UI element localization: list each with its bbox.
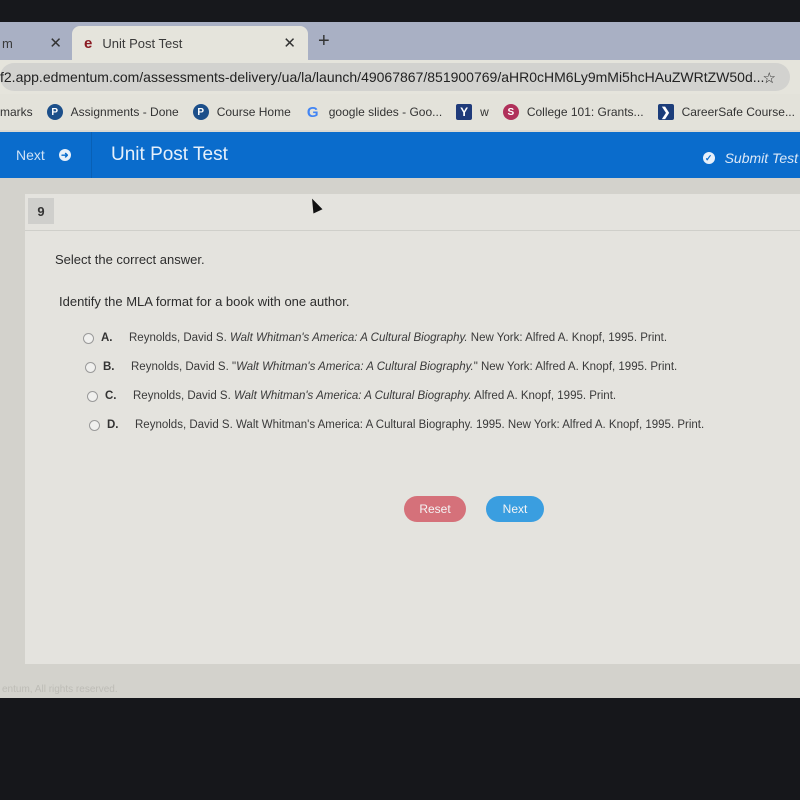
tab-previous[interactable]: m ✕ [0,26,72,60]
bookmark-label: google slides - Goo... [328,105,443,119]
browser-window: m ✕ e Unit Post Test ✕ + f2.app.edmentum… [0,22,800,698]
radio-button[interactable] [83,332,94,344]
option-text: Reynolds, David S. "Walt Whitman's Ameri… [131,361,677,373]
close-tab-icon[interactable]: ✕ [283,34,296,52]
careersafe-logo-icon: ❯ [657,104,674,120]
radio-button[interactable] [89,419,100,431]
option-text-plain: Reynolds, David S. Walt Whitman's Americ… [135,419,705,431]
answer-option-d[interactable]: D. Reynolds, David S. Walt Whitman's Ame… [89,419,704,431]
header-next-label: Next [16,147,45,163]
test-content: 9 Select the correct answer. Identify th… [0,178,800,698]
test-title: Unit Post Test [111,144,228,165]
bookmark-label: CareerSafe Course... [681,105,795,119]
option-letter: B. [103,361,115,373]
question-number: 9 [28,198,54,224]
tab-title: Unit Post Test [102,35,183,51]
url-text[interactable]: f2.app.edmentum.com/assessments-delivery… [0,69,764,85]
close-tab-icon[interactable]: ✕ [49,34,62,52]
question-instruction: Select the correct answer. [55,252,205,267]
option-letter: C. [105,390,117,402]
question-prompt: Identify the MLA format for a book with … [59,294,350,309]
new-tab-button[interactable]: + [318,30,330,53]
option-letter: D. [107,419,119,431]
submit-test-label: Submit Test [724,150,798,166]
option-text: Reynolds, David S. Walt Whitman's Americ… [135,419,704,431]
tab-strip: m ✕ e Unit Post Test ✕ + [0,22,800,60]
radio-button[interactable] [87,390,98,402]
pearson-icon: P [192,104,209,120]
browser-toolbar: f2.app.edmentum.com/assessments-delivery… [0,60,800,94]
arrow-right-circle-icon: ➜ [58,149,71,161]
pearson-icon: P [46,104,63,120]
address-bar[interactable]: f2.app.edmentum.com/assessments-delivery… [0,63,790,91]
bookmarks-bar: marks P Assignments - Done P Course Home… [0,94,800,130]
option-letter: A. [101,332,113,344]
bookmark-star-icon[interactable]: ☆ [763,69,776,87]
option-text-plain: Alfred A. Knopf, 1995. Print. [471,390,617,402]
bookmark-course-home[interactable]: P Course Home [192,104,291,120]
question-card: 9 Select the correct answer. Identify th… [25,194,800,664]
option-text-plain: Reynolds, David S. " [131,361,237,373]
divider [25,230,800,231]
reset-button[interactable]: Reset [404,496,466,522]
copyright-footer: entum, All rights reserved. [2,684,118,695]
google-icon: G [306,103,319,121]
answer-option-b[interactable]: B. Reynolds, David S. "Walt Whitman's Am… [85,361,677,373]
next-button[interactable]: Next [486,496,544,522]
tab-title: m [2,35,13,51]
check-circle-icon: ✓ [702,152,715,164]
answer-option-c[interactable]: C. Reynolds, David S. Walt Whitman's Ame… [87,390,616,402]
edmentum-favicon-icon: e [84,34,93,52]
bookmark-assignments-done[interactable]: P Assignments - Done [46,104,179,120]
bookmark-label: Assignments - Done [70,105,179,119]
option-text: Reynolds, David S. Walt Whitman's Americ… [129,332,667,344]
bookmark-college-101[interactable]: S College 101: Grants... [502,104,644,120]
monitor-bezel-bottom [0,698,800,800]
bookmark-google-slides[interactable]: G google slides - Goo... [305,103,443,121]
radio-button[interactable] [85,361,96,373]
option-text-plain: New York: Alfred A. Knopf, 1995. Print. [467,332,668,344]
option-text-plain: Reynolds, David S. [133,390,234,402]
bookmark-careersafe[interactable]: ❯ CareerSafe Course... [657,104,795,120]
header-next-button[interactable]: Next ➜ [0,132,92,178]
test-header: Next ➜ Unit Post Test ✓ Submit Test [0,132,800,178]
bookmark-label: marks [0,105,33,119]
option-text-plain: " New York: Alfred A. Knopf, 1995. Print… [473,361,678,373]
bookmark-label: Course Home [216,105,291,119]
bookmark-bookmarks[interactable]: marks [0,105,33,119]
tab-unit-post-test[interactable]: e Unit Post Test ✕ [72,26,308,60]
submit-test-button[interactable]: ✓ Submit Test [702,150,798,166]
bookmark-label: w [480,105,489,119]
college-logo-icon: S [502,104,519,120]
bookmark-w[interactable]: Y w [456,104,489,120]
option-text: Reynolds, David S. Walt Whitman's Americ… [133,390,616,402]
option-text-italic: Walt Whitman's America: A Cultural Biogr… [230,332,468,344]
option-text-italic: Walt Whitman's America: A Cultural Biogr… [234,390,472,402]
answer-option-a[interactable]: A. Reynolds, David S. Walt Whitman's Ame… [83,332,667,344]
bookmark-label: College 101: Grants... [526,105,644,119]
y-logo-icon: Y [456,104,473,120]
option-text-italic: Walt Whitman's America: A Cultural Biogr… [236,361,474,373]
option-text-plain: Reynolds, David S. [129,332,230,344]
